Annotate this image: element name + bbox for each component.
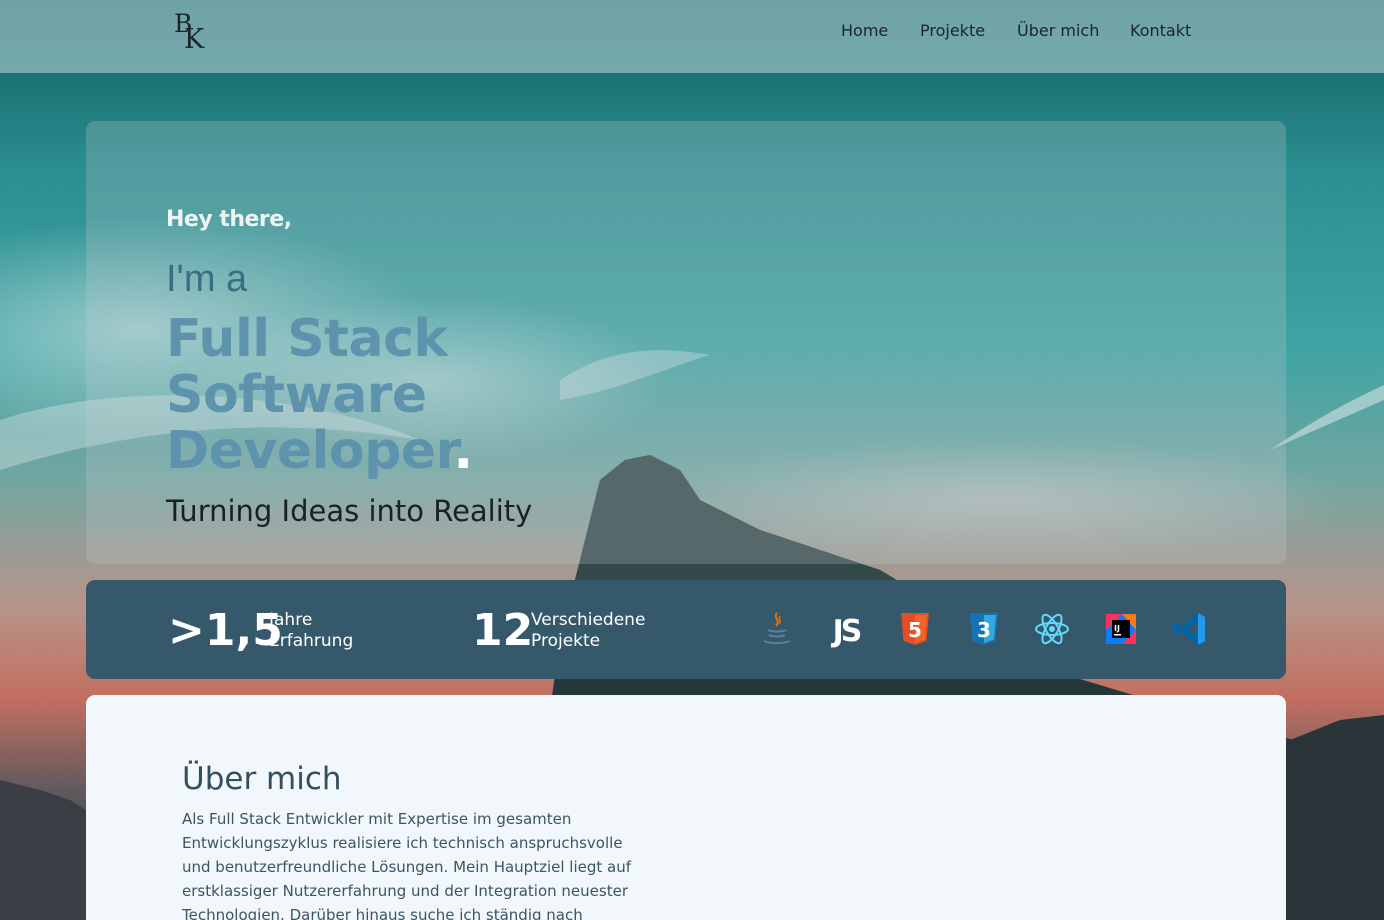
stat-projects-value: 12 [472, 605, 534, 656]
hero-card: Hey there, I'm a Full Stack Software Dev… [86, 121, 1286, 564]
bk-logo[interactable]: B K [174, 9, 210, 55]
react-icon [1033, 610, 1071, 648]
nav-link-projekte[interactable]: Projekte [920, 21, 985, 40]
intellij-icon-text: IJ [1114, 624, 1120, 633]
hero-tagline: Turning Ideas into Reality [166, 494, 533, 528]
intellij-icon: IJ [1102, 610, 1140, 648]
hero-intro: I'm a [166, 258, 248, 300]
stat-experience-label: Jahre Erfahrung [269, 610, 353, 652]
role-line-2: Software [166, 365, 427, 425]
about-text: Als Full Stack Entwickler mit Expertise … [182, 810, 631, 920]
about-section: Über mich Als Full Stack Entwickler mit … [86, 695, 1286, 920]
stat-experience-value: >1,5 [168, 605, 283, 656]
nav-link-home[interactable]: Home [841, 21, 888, 40]
top-navbar: B K Home Projekte Über mich Kontakt [0, 0, 1384, 73]
css3-icon-text: 3 [977, 618, 991, 642]
stat-projects-label-1: Verschiedene [531, 610, 646, 630]
stat-projects-label-2: Projekte [531, 631, 601, 651]
stat-projects-label: Verschiedene Projekte [531, 610, 645, 652]
js-icon-text: JS [831, 614, 861, 648]
html5-icon: 5 [896, 610, 934, 648]
javascript-icon: JS [827, 610, 865, 649]
role-dot: . [453, 421, 473, 481]
css3-icon: 3 [965, 610, 1003, 648]
vscode-icon [1171, 610, 1209, 648]
nav-link-ueber-mich[interactable]: Über mich [1017, 21, 1099, 40]
stat-experience-label-1: Jahre [269, 610, 313, 630]
java-icon [758, 610, 796, 648]
stats-bar: >1,5 Jahre Erfahrung 12 Verschiedene Pro… [86, 580, 1286, 679]
nav-link-kontakt[interactable]: Kontakt [1130, 21, 1191, 40]
hero-role: Full Stack Software Developer. [166, 311, 473, 479]
about-title: Über mich [182, 761, 342, 797]
logo-letter-k: K [184, 24, 205, 55]
stat-experience-label-2: Erfahrung [269, 631, 354, 651]
html5-icon-text: 5 [908, 618, 922, 642]
role-line-3-text: Developer [166, 421, 454, 481]
role-line-1: Full Stack [166, 309, 448, 369]
hero-greeting: Hey there, [166, 207, 292, 232]
role-line-3: Developer. [166, 423, 473, 479]
